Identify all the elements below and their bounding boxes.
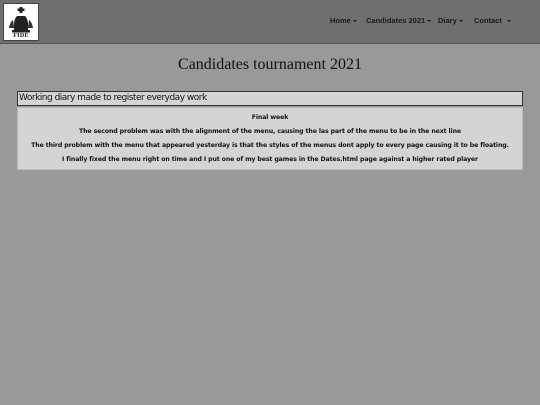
diary-entry: The third problem with the menu that app…	[31, 142, 509, 149]
diary-entry: The second problem was with the alignmen…	[79, 128, 461, 135]
diary-heading: Final week	[251, 114, 289, 121]
menu-item-label: Contact	[474, 16, 502, 25]
caret-down-icon	[506, 20, 511, 23]
navbar: FIDE Home Candidates 2021 Diary Contact	[0, 0, 540, 44]
page-title: Candidates tournament 2021	[178, 56, 362, 73]
caret-down-icon	[352, 20, 357, 23]
caret-down-icon	[458, 20, 463, 23]
menu-item-diary[interactable]: Diary	[438, 16, 463, 25]
main-menu: Home Candidates 2021 Diary Contact	[0, 16, 540, 30]
caret-down-icon	[427, 20, 432, 23]
logo-text: FIDE	[13, 33, 29, 39]
diary-entry: I finally fixed the menu right on time a…	[62, 156, 478, 163]
menu-item-label: Diary	[438, 16, 457, 25]
menu-item-contact[interactable]: Contact	[474, 16, 511, 25]
menu-item-label: Candidates 2021	[366, 16, 426, 25]
menu-item-home[interactable]: Home	[330, 16, 357, 25]
diary-content: Final week The second problem was with t…	[17, 107, 523, 170]
menu-item-candidates-2021[interactable]: Candidates 2021	[366, 16, 432, 25]
menu-item-label: Home	[330, 16, 351, 25]
diary-subtitle: Working diary made to register everyday …	[17, 91, 523, 106]
